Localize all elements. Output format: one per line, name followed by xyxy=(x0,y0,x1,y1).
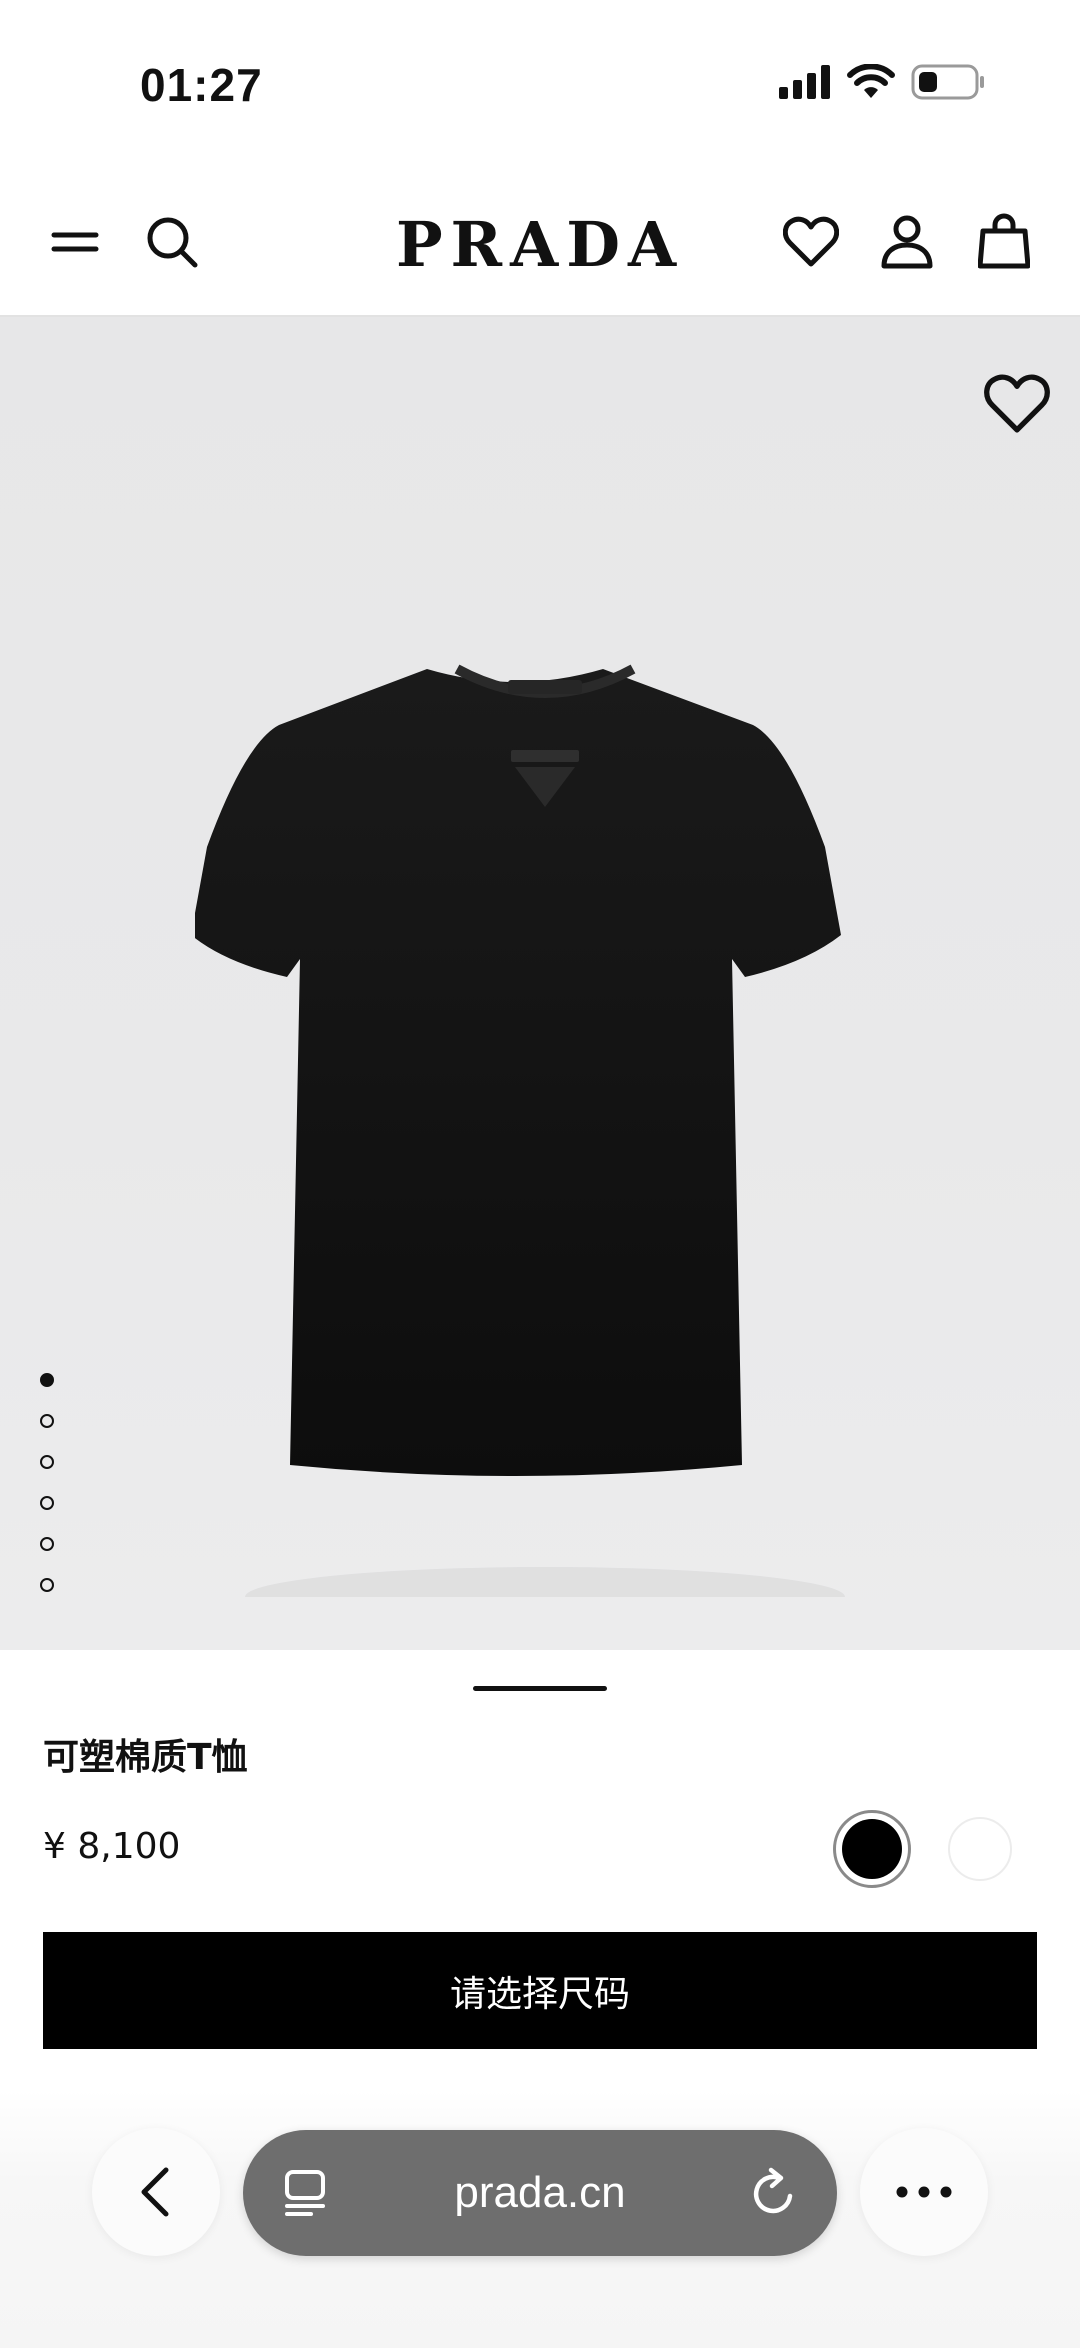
more-button[interactable] xyxy=(860,2128,988,2256)
select-size-button[interactable]: 请选择尺码 xyxy=(43,1932,1037,2049)
status-bar: 01:27 xyxy=(0,0,1080,170)
add-to-wishlist-icon[interactable] xyxy=(984,371,1050,437)
product-gallery[interactable] xyxy=(0,317,1080,1650)
sheet-handle[interactable] xyxy=(473,1686,607,1691)
color-swatch-white[interactable] xyxy=(948,1817,1012,1881)
site-header: PRADA xyxy=(0,180,1080,317)
gallery-dot[interactable] xyxy=(40,1414,54,1428)
product-image xyxy=(195,664,845,1597)
bag-icon[interactable] xyxy=(972,210,1036,274)
status-icons xyxy=(779,64,985,100)
status-time: 01:27 xyxy=(140,59,263,111)
more-icon xyxy=(896,2186,952,2198)
product-name: 可塑棉质T恤 xyxy=(43,1737,248,1778)
gallery-dot[interactable] xyxy=(40,1496,54,1510)
gallery-dot[interactable] xyxy=(40,1578,54,1592)
gallery-dot[interactable] xyxy=(40,1537,54,1551)
color-swatch-black[interactable] xyxy=(833,1810,911,1888)
signal-icon xyxy=(779,65,830,99)
wifi-icon xyxy=(847,64,895,98)
url-text: prada.cn xyxy=(454,2168,626,2217)
reload-icon[interactable] xyxy=(749,2166,799,2220)
address-bar[interactable]: prada.cn xyxy=(243,2130,837,2256)
back-icon xyxy=(141,2167,169,2217)
account-icon[interactable] xyxy=(875,210,939,274)
gallery-dot[interactable] xyxy=(40,1455,54,1469)
battery-icon xyxy=(911,64,984,100)
wishlist-icon[interactable] xyxy=(779,210,843,274)
gallery-pagination xyxy=(40,1373,54,1592)
back-button[interactable] xyxy=(92,2128,220,2256)
product-price: ¥ 8,100 xyxy=(43,1826,181,1867)
gallery-dot[interactable] xyxy=(40,1373,54,1387)
